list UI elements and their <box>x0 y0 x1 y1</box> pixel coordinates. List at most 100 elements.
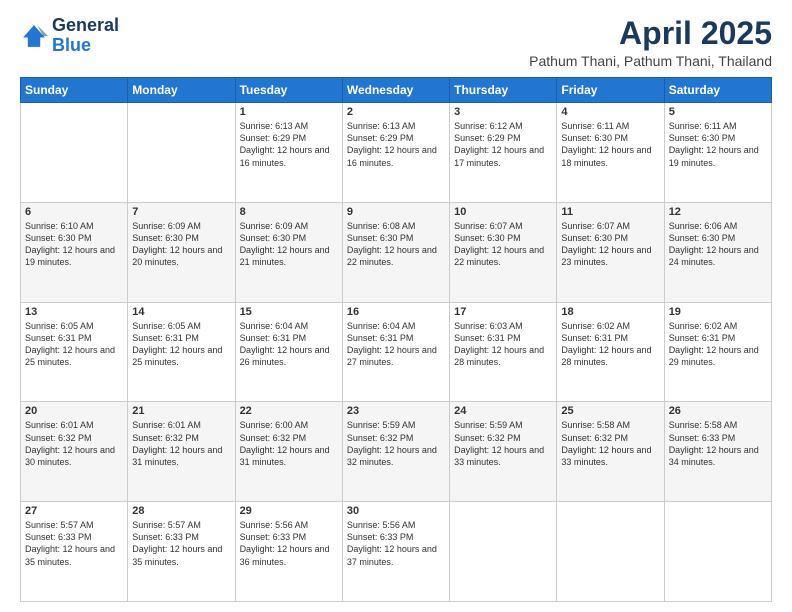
table-cell: 27 Sunrise: 5:57 AM Sunset: 6:33 PM Dayli… <box>21 502 128 602</box>
header-saturday: Saturday <box>664 78 771 103</box>
table-cell: 29Sunrise: 5:56 AM Sunset: 6:33 PM Dayli… <box>235 502 342 602</box>
day-number: 1 <box>240 106 338 118</box>
table-cell: 18 Sunrise: 6:02 AM Sunset: 6:31 PM Dayli… <box>557 302 664 402</box>
day-number: 19 <box>669 306 767 318</box>
table-cell: 13 Sunrise: 6:05 AM Sunset: 6:31 PM Dayli… <box>21 302 128 402</box>
table-cell: 8 Sunrise: 6:09 AM Sunset: 6:30 PM Daylig… <box>235 202 342 302</box>
day-info: Sunrise: 6:10 AM Sunset: 6:30 PM Dayligh… <box>25 220 123 269</box>
subtitle: Pathum Thani, Pathum Thani, Thailand <box>529 53 772 69</box>
day-info: Sunrise: 6:02 AM Sunset: 6:31 PM Dayligh… <box>561 320 659 369</box>
day-info: Sunrise: 6:07 AM Sunset: 6:30 PM Dayligh… <box>454 220 552 269</box>
table-cell: 5 Sunrise: 6:11 AM Sunset: 6:30 PM Daylig… <box>664 103 771 203</box>
day-number: 7 <box>132 206 230 218</box>
day-number: 8 <box>240 206 338 218</box>
day-number: 5 <box>669 106 767 118</box>
day-info: Sunrise: 6:05 AM Sunset: 6:31 PM Dayligh… <box>25 320 123 369</box>
day-info: Sunrise: 5:58 AM Sunset: 6:32 PM Dayligh… <box>561 419 659 468</box>
main-title: April 2025 <box>529 16 772 51</box>
day-info: Sunrise: 6:09 AM Sunset: 6:30 PM Dayligh… <box>132 220 230 269</box>
day-number: 9 <box>347 206 445 218</box>
header: General Blue April 2025 Pathum Thani, Pa… <box>20 16 772 69</box>
table-cell: 6 Sunrise: 6:10 AM Sunset: 6:30 PM Daylig… <box>21 202 128 302</box>
day-info: Sunrise: 6:04 AM Sunset: 6:31 PM Dayligh… <box>240 320 338 369</box>
day-info: Sunrise: 5:59 AM Sunset: 6:32 PM Dayligh… <box>347 419 445 468</box>
day-number: 23 <box>347 405 445 417</box>
table-cell: 28 Sunrise: 5:57 AM Sunset: 6:33 PM Dayli… <box>128 502 235 602</box>
table-cell <box>128 103 235 203</box>
day-number: 11 <box>561 206 659 218</box>
day-info: Sunrise: 6:07 AM Sunset: 6:30 PM Dayligh… <box>561 220 659 269</box>
day-info: Sunrise: 6:11 AM Sunset: 6:30 PM Dayligh… <box>561 120 659 169</box>
day-number: 13 <box>25 306 123 318</box>
day-info: Sunrise: 5:59 AM Sunset: 6:32 PM Dayligh… <box>454 419 552 468</box>
header-sunday: Sunday <box>21 78 128 103</box>
day-info: Sunrise: 6:00 AM Sunset: 6:32 PM Dayligh… <box>240 419 338 468</box>
day-number: 12 <box>669 206 767 218</box>
header-friday: Friday <box>557 78 664 103</box>
day-info: Sunrise: 6:02 AM Sunset: 6:31 PM Dayligh… <box>669 320 767 369</box>
day-number: 17 <box>454 306 552 318</box>
calendar-week-4: 20Sunrise: 6:01 AM Sunset: 6:32 PM Dayli… <box>21 402 772 502</box>
header-monday: Monday <box>128 78 235 103</box>
day-number: 2 <box>347 106 445 118</box>
table-cell: 2 Sunrise: 6:13 AM Sunset: 6:29 PM Daylig… <box>342 103 449 203</box>
day-number: 25 <box>561 405 659 417</box>
day-number: 27 <box>25 505 123 517</box>
day-info: Sunrise: 6:12 AM Sunset: 6:29 PM Dayligh… <box>454 120 552 169</box>
table-cell: 20Sunrise: 6:01 AM Sunset: 6:32 PM Dayli… <box>21 402 128 502</box>
day-info: Sunrise: 5:57 AM Sunset: 6:33 PM Dayligh… <box>25 519 123 568</box>
table-cell: 7 Sunrise: 6:09 AM Sunset: 6:30 PM Daylig… <box>128 202 235 302</box>
table-cell: 26 Sunrise: 5:58 AM Sunset: 6:33 PM Dayli… <box>664 402 771 502</box>
table-cell: 12 Sunrise: 6:06 AM Sunset: 6:30 PM Dayli… <box>664 202 771 302</box>
table-cell: 9 Sunrise: 6:08 AM Sunset: 6:30 PM Daylig… <box>342 202 449 302</box>
table-cell: 24Sunrise: 5:59 AM Sunset: 6:32 PM Dayli… <box>450 402 557 502</box>
table-cell <box>450 502 557 602</box>
day-number: 15 <box>240 306 338 318</box>
table-cell <box>21 103 128 203</box>
day-number: 30 <box>347 505 445 517</box>
table-cell: 22 Sunrise: 6:00 AM Sunset: 6:32 PM Dayli… <box>235 402 342 502</box>
calendar-week-5: 27 Sunrise: 5:57 AM Sunset: 6:33 PM Dayli… <box>21 502 772 602</box>
day-info: Sunrise: 5:58 AM Sunset: 6:33 PM Dayligh… <box>669 419 767 468</box>
day-number: 22 <box>240 405 338 417</box>
header-tuesday: Tuesday <box>235 78 342 103</box>
day-number: 21 <box>132 405 230 417</box>
day-info: Sunrise: 5:56 AM Sunset: 6:33 PM Dayligh… <box>347 519 445 568</box>
header-wednesday: Wednesday <box>342 78 449 103</box>
day-info: Sunrise: 6:09 AM Sunset: 6:30 PM Dayligh… <box>240 220 338 269</box>
logo: General Blue <box>20 16 119 56</box>
day-info: Sunrise: 5:57 AM Sunset: 6:33 PM Dayligh… <box>132 519 230 568</box>
day-number: 26 <box>669 405 767 417</box>
day-info: Sunrise: 6:06 AM Sunset: 6:30 PM Dayligh… <box>669 220 767 269</box>
table-cell: 19 Sunrise: 6:02 AM Sunset: 6:31 PM Dayli… <box>664 302 771 402</box>
day-number: 4 <box>561 106 659 118</box>
day-info: Sunrise: 6:01 AM Sunset: 6:32 PM Dayligh… <box>132 419 230 468</box>
table-cell: 3Sunrise: 6:12 AM Sunset: 6:29 PM Daylig… <box>450 103 557 203</box>
day-info: Sunrise: 6:01 AM Sunset: 6:32 PM Dayligh… <box>25 419 123 468</box>
table-cell: 25 Sunrise: 5:58 AM Sunset: 6:32 PM Dayli… <box>557 402 664 502</box>
day-info: Sunrise: 6:03 AM Sunset: 6:31 PM Dayligh… <box>454 320 552 369</box>
day-number: 6 <box>25 206 123 218</box>
day-number: 18 <box>561 306 659 318</box>
day-info: Sunrise: 6:13 AM Sunset: 6:29 PM Dayligh… <box>347 120 445 169</box>
header-thursday: Thursday <box>450 78 557 103</box>
day-info: Sunrise: 6:05 AM Sunset: 6:31 PM Dayligh… <box>132 320 230 369</box>
table-cell: 21 Sunrise: 6:01 AM Sunset: 6:32 PM Dayli… <box>128 402 235 502</box>
day-number: 29 <box>240 505 338 517</box>
table-cell: 14Sunrise: 6:05 AM Sunset: 6:31 PM Dayli… <box>128 302 235 402</box>
day-info: Sunrise: 6:04 AM Sunset: 6:31 PM Dayligh… <box>347 320 445 369</box>
day-number: 28 <box>132 505 230 517</box>
logo-text: General Blue <box>52 16 119 56</box>
day-info: Sunrise: 6:08 AM Sunset: 6:30 PM Dayligh… <box>347 220 445 269</box>
calendar-week-1: 1 Sunrise: 6:13 AM Sunset: 6:29 PM Daylig… <box>21 103 772 203</box>
table-cell: 1Sunrise: 6:13 AM Sunset: 6:29 PM Daylig… <box>235 103 342 203</box>
table-cell: 23 Sunrise: 5:59 AM Sunset: 6:32 PM Dayli… <box>342 402 449 502</box>
table-cell: 15 Sunrise: 6:04 AM Sunset: 6:31 PM Dayli… <box>235 302 342 402</box>
table-cell: 4 Sunrise: 6:11 AM Sunset: 6:30 PM Daylig… <box>557 103 664 203</box>
calendar-header-row: Sunday Monday Tuesday Wednesday Thursday… <box>21 78 772 103</box>
day-info: Sunrise: 6:11 AM Sunset: 6:30 PM Dayligh… <box>669 120 767 169</box>
table-cell: 10 Sunrise: 6:07 AM Sunset: 6:30 PM Dayli… <box>450 202 557 302</box>
table-cell: 11 Sunrise: 6:07 AM Sunset: 6:30 PM Dayli… <box>557 202 664 302</box>
table-cell: 16Sunrise: 6:04 AM Sunset: 6:31 PM Dayli… <box>342 302 449 402</box>
day-number: 10 <box>454 206 552 218</box>
